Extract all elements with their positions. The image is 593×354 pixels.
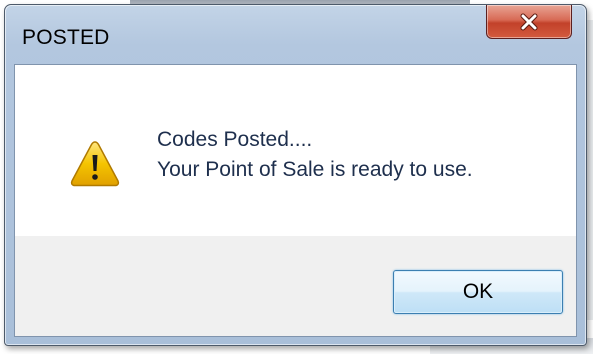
warning-icon <box>70 141 120 187</box>
message-line-2: Your Point of Sale is ready to use. <box>157 158 473 181</box>
close-icon <box>520 13 538 30</box>
close-button[interactable] <box>486 5 572 39</box>
ok-button[interactable]: OK <box>393 270 563 314</box>
message-line-1: Codes Posted.... <box>157 128 313 151</box>
dialog-client-area: Codes Posted.... Your Point of Sale is r… <box>14 64 577 337</box>
title-bar[interactable]: POSTED <box>5 5 586 63</box>
dialog-message: Codes Posted.... Your Point of Sale is r… <box>157 125 473 185</box>
message-dialog: POSTED Codes Posted.... Your Point of Sa… <box>4 4 587 346</box>
dialog-title: POSTED <box>22 26 110 49</box>
background-window-edge <box>587 20 593 320</box>
